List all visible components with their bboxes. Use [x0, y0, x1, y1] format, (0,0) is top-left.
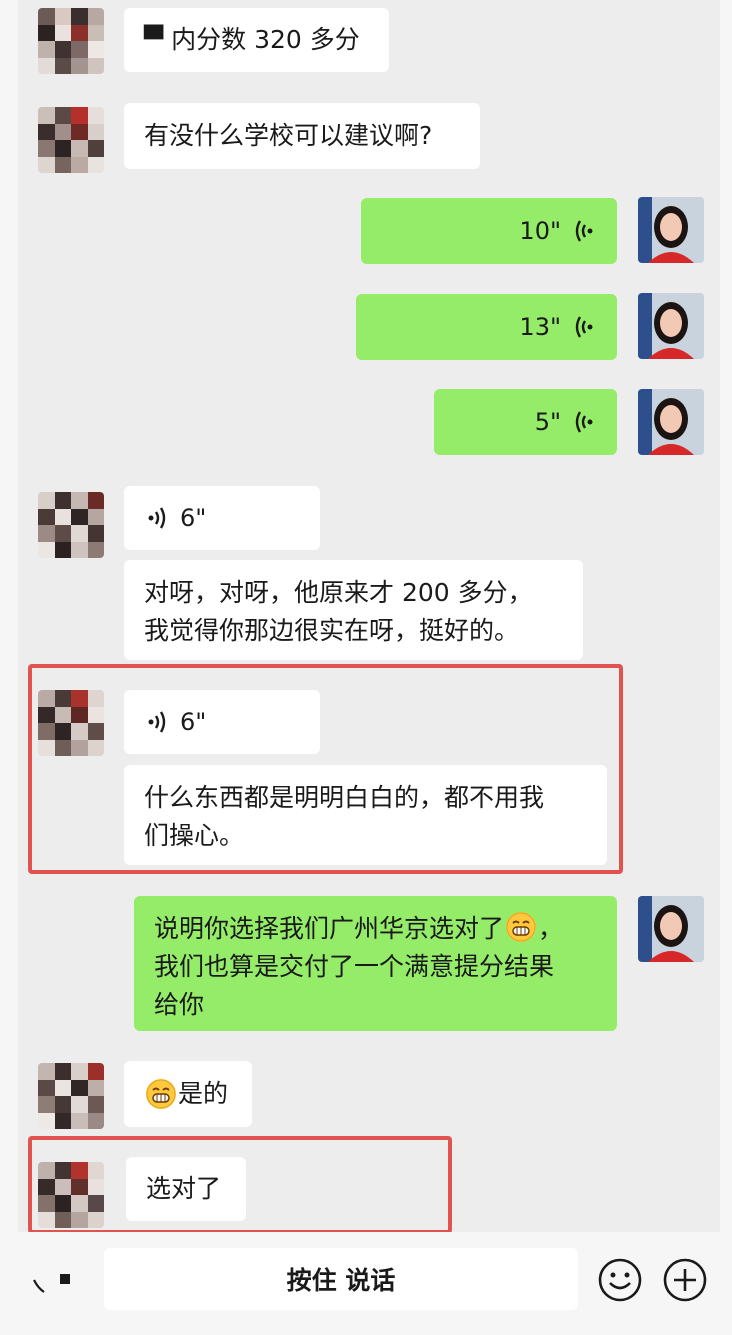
message-text: 我们也算是交付了一个满意提分结果 给你 [154, 952, 555, 1019]
message-text: 是的 [178, 1079, 229, 1108]
voice-wave-icon [144, 505, 166, 531]
grinning-emoji-icon [146, 1079, 176, 1109]
right-edge [720, 0, 732, 1335]
message-text: ▀ 内分数 320 多分 [144, 25, 360, 54]
grinning-emoji-icon [506, 912, 537, 942]
text-message[interactable]: 对呀，对呀，他原来才 200 多分， 我觉得你那边很实在呀，挺好的。 [124, 560, 583, 660]
voice-duration: 13" [519, 313, 561, 341]
voice-wave-icon [575, 409, 597, 435]
highlight-frame [28, 664, 623, 874]
contact-avatar[interactable] [38, 492, 104, 558]
highlight-frame [28, 1136, 452, 1234]
smiley-icon[interactable] [597, 1257, 643, 1303]
message-text-line: 说明你选择我们广州华京选对了 ， [154, 910, 597, 948]
my-avatar[interactable] [638, 389, 704, 455]
my-avatar[interactable] [638, 293, 704, 359]
voice-duration: 10" [519, 217, 561, 245]
message-text: 对呀，对呀，他原来才 200 多分， 我觉得你那边很实在呀，挺好的。 [144, 578, 533, 645]
hold-to-talk-button[interactable]: 按住 说话 [104, 1248, 578, 1310]
message-text: ， [538, 914, 564, 943]
voice-message[interactable]: 5" [434, 389, 617, 455]
voice-toggle-icon[interactable] [30, 1262, 80, 1302]
contact-avatar[interactable] [38, 107, 104, 173]
plus-icon[interactable] [662, 1257, 708, 1303]
my-avatar[interactable] [638, 197, 704, 263]
voice-message[interactable]: 10" [361, 198, 617, 264]
text-message[interactable]: 说明你选择我们广州华京选对了 ， 我们也算是交付了一个满意提分结果 给你 [134, 896, 617, 1031]
text-message[interactable]: 是的 [124, 1061, 252, 1127]
contact-avatar[interactable] [38, 1063, 104, 1129]
voice-message[interactable]: 13" [356, 294, 617, 360]
voice-duration: 6" [180, 504, 207, 532]
voice-wave-icon [575, 314, 597, 340]
text-message[interactable]: ▀ 内分数 320 多分 [124, 8, 389, 72]
left-edge [0, 0, 18, 1335]
voice-message[interactable]: 6" [124, 486, 320, 550]
voice-duration: 5" [534, 408, 561, 436]
voice-wave-icon [575, 218, 597, 244]
message-text: 说明你选择我们广州华京选对了 [154, 914, 505, 943]
message-text: 有没什么学校可以建议啊? [144, 121, 433, 150]
contact-avatar[interactable] [38, 8, 104, 74]
text-message[interactable]: 有没什么学校可以建议啊? [124, 103, 480, 169]
my-avatar[interactable] [638, 896, 704, 962]
